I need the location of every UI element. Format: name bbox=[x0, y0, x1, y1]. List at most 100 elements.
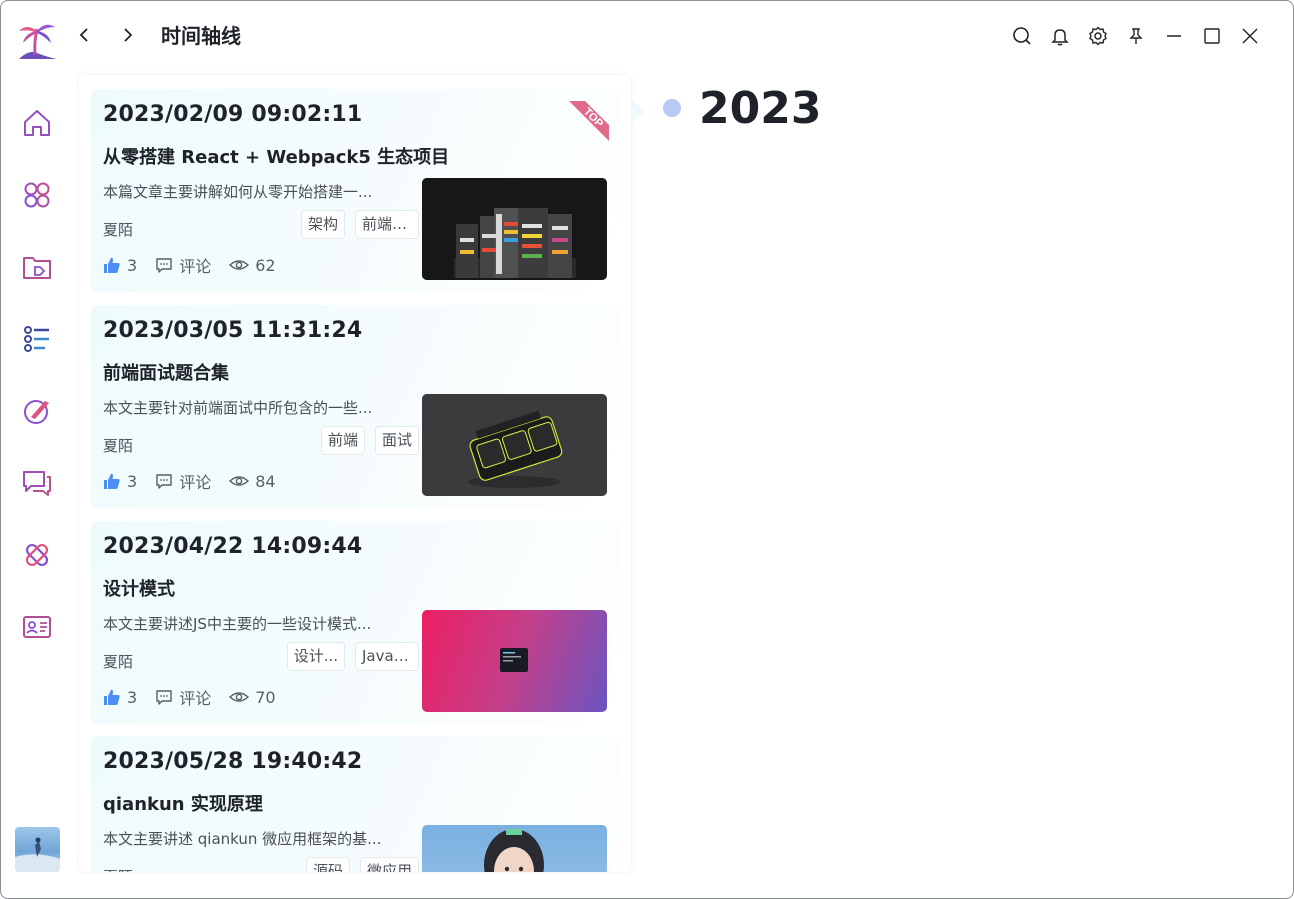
article-card[interactable]: 2023/04/22 14:09:44 设计模式 本文主要讲述JS中主要的一些设… bbox=[91, 521, 619, 724]
article-card[interactable]: 2023/05/28 19:40:42 qiankun 实现原理 本文主要讲述 … bbox=[91, 736, 619, 872]
views: 62 bbox=[229, 255, 276, 275]
article-title[interactable]: qiankun 实现原理 bbox=[103, 790, 263, 816]
view-count: 84 bbox=[255, 471, 276, 491]
apps-icon bbox=[24, 182, 50, 208]
back-button[interactable] bbox=[73, 23, 97, 47]
article-tags: 架构 前端框架 bbox=[300, 210, 419, 239]
article-list[interactable]: 2023/02/09 09:02:11 从零搭建 React + Webpack… bbox=[79, 75, 631, 872]
search-icon bbox=[1013, 27, 1031, 45]
comment-label: 评论 bbox=[179, 257, 212, 276]
views: 84 bbox=[229, 471, 276, 491]
article-tags: 源码 微应用 bbox=[305, 857, 419, 872]
sidebar-item-message[interactable] bbox=[19, 465, 55, 501]
tag[interactable]: 架构 bbox=[300, 210, 345, 239]
article-author[interactable]: 夏陌 bbox=[103, 866, 133, 872]
sidebar-item-timeline[interactable] bbox=[19, 321, 55, 357]
chevron-left-icon bbox=[79, 28, 88, 42]
eye-icon bbox=[229, 476, 250, 486]
comment-button[interactable]: 评论 bbox=[155, 469, 211, 493]
comment-icon bbox=[156, 690, 172, 705]
sidebar-item-about[interactable] bbox=[19, 609, 55, 645]
thumbs-up-icon bbox=[104, 473, 120, 489]
like-button[interactable]: 3 bbox=[103, 688, 137, 707]
link-icon bbox=[25, 543, 49, 567]
sidebar-item-write[interactable] bbox=[19, 393, 55, 429]
like-count: 3 bbox=[127, 687, 138, 707]
notification-button[interactable] bbox=[1041, 24, 1079, 48]
tag[interactable]: 面试 bbox=[374, 426, 419, 455]
tag[interactable]: 源码 bbox=[305, 857, 350, 872]
article-author[interactable]: 夏陌 bbox=[103, 651, 133, 672]
sidebar-item-category[interactable] bbox=[19, 249, 55, 285]
article-title[interactable]: 从零搭建 React + Webpack5 生态项目 bbox=[103, 143, 449, 169]
comment-icon bbox=[156, 258, 172, 273]
article-summary: 本文主要讲述 qiankun 微应用框架的基... bbox=[103, 830, 382, 848]
tag[interactable]: 前端框架 bbox=[355, 210, 419, 239]
pin-icon bbox=[1129, 28, 1143, 44]
app-logo-icon[interactable] bbox=[15, 19, 59, 63]
article-thumbnail[interactable] bbox=[422, 825, 607, 872]
search-button[interactable] bbox=[1003, 24, 1041, 48]
article-card[interactable]: 2023/03/05 11:31:24 前端面试题合集 本文主要针对前端面试中所… bbox=[91, 305, 619, 508]
bell-icon bbox=[1051, 29, 1069, 46]
comment-button[interactable]: 评论 bbox=[155, 685, 211, 709]
like-button[interactable]: 3 bbox=[103, 256, 137, 275]
thumbs-up-icon bbox=[104, 257, 120, 273]
article-tags: 前端 面试 bbox=[320, 426, 419, 455]
like-count: 3 bbox=[127, 255, 138, 275]
pen-icon bbox=[24, 400, 49, 424]
pin-button[interactable] bbox=[1117, 24, 1155, 48]
article-title[interactable]: 前端面试题合集 bbox=[103, 359, 229, 385]
eye-icon bbox=[229, 692, 250, 702]
article-stats: 3 评论 84 bbox=[103, 469, 294, 493]
article-card[interactable]: 2023/02/09 09:02:11 从零搭建 React + Webpack… bbox=[91, 89, 619, 292]
article-title[interactable]: 设计模式 bbox=[103, 575, 175, 601]
article-stats: 3 评论 70 bbox=[103, 685, 294, 709]
close-icon bbox=[1242, 28, 1258, 44]
article-date: 2023/04/22 14:09:44 bbox=[103, 534, 363, 559]
comment-label: 评论 bbox=[179, 473, 212, 492]
views: 70 bbox=[229, 687, 276, 707]
timeline-icon bbox=[24, 326, 49, 352]
avatar[interactable] bbox=[15, 827, 60, 872]
timeline-dot bbox=[663, 99, 681, 117]
gear-icon bbox=[1089, 26, 1107, 46]
tag[interactable]: JavaS... bbox=[355, 642, 419, 671]
article-date: 2023/03/05 11:31:24 bbox=[103, 318, 363, 343]
article-author[interactable]: 夏陌 bbox=[103, 435, 133, 456]
tag[interactable]: 微应用 bbox=[359, 857, 419, 872]
article-thumbnail[interactable] bbox=[422, 610, 607, 712]
sidebar-item-home[interactable] bbox=[19, 105, 55, 141]
article-date: 2023/02/09 09:02:11 bbox=[103, 102, 363, 127]
minimize-icon bbox=[1167, 35, 1181, 37]
view-count: 62 bbox=[255, 255, 276, 275]
settings-button[interactable] bbox=[1079, 24, 1117, 48]
home-icon bbox=[24, 110, 50, 136]
article-author[interactable]: 夏陌 bbox=[103, 219, 133, 240]
tag[interactable]: 前端 bbox=[320, 426, 365, 455]
maximize-icon bbox=[1204, 28, 1220, 44]
tag[interactable]: 设计... bbox=[286, 642, 345, 671]
article-summary: 本文主要针对前端面试中所包含的一些... bbox=[103, 399, 373, 417]
comment-button[interactable]: 评论 bbox=[155, 253, 211, 277]
chat-icon bbox=[23, 471, 51, 496]
like-button[interactable]: 3 bbox=[103, 472, 137, 491]
thumbs-up-icon bbox=[104, 689, 120, 705]
timeline-year: 2023 bbox=[699, 83, 822, 134]
article-date: 2023/05/28 19:40:42 bbox=[103, 749, 363, 774]
id-card-icon bbox=[23, 616, 51, 638]
article-tags: 设计... JavaS... bbox=[286, 642, 419, 671]
sidebar-item-apps[interactable] bbox=[19, 177, 55, 213]
maximize-button[interactable] bbox=[1193, 24, 1231, 48]
article-summary: 本篇文章主要讲解如何从零开始搭建一... bbox=[103, 183, 373, 201]
article-thumbnail[interactable] bbox=[422, 394, 607, 496]
page-title: 时间轴线 bbox=[161, 24, 241, 48]
article-thumbnail[interactable] bbox=[422, 178, 607, 280]
sidebar-item-links[interactable] bbox=[19, 537, 55, 573]
close-button[interactable] bbox=[1231, 24, 1269, 48]
view-count: 70 bbox=[255, 687, 276, 707]
forward-button[interactable] bbox=[115, 23, 139, 47]
folder-tag-icon bbox=[23, 257, 51, 279]
comment-label: 评论 bbox=[179, 689, 212, 708]
minimize-button[interactable] bbox=[1155, 24, 1193, 48]
